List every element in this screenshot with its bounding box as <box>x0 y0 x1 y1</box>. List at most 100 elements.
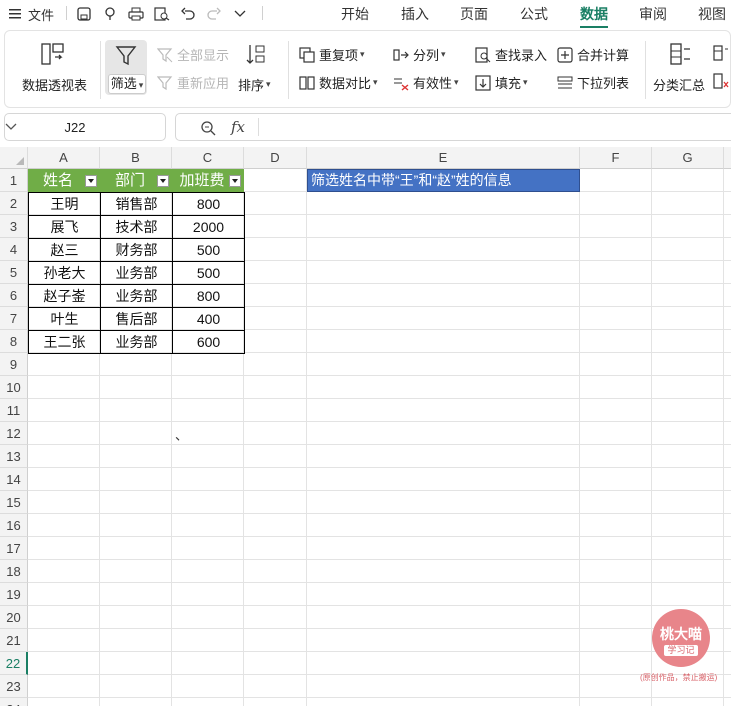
row-header-11[interactable]: 11 <box>0 399 28 422</box>
name-cell[interactable]: 展飞 <box>28 215 101 239</box>
header-cell-name[interactable]: 姓名 <box>28 169 100 192</box>
row-header-23[interactable]: 23 <box>0 675 28 698</box>
overtime-cell[interactable]: 600 <box>172 330 245 354</box>
header-cell-department[interactable]: 部门 <box>100 169 172 192</box>
clear-outline-icon[interactable] <box>713 73 729 92</box>
spreadsheet-grid[interactable]: ABCDEFG 1 2 3 4 5 6 7 8 9 10 11 12 13 14 15 16 17 18 19 20 2… <box>0 147 731 706</box>
format-painter-icon[interactable] <box>102 4 118 24</box>
find-entry-button[interactable]: 查找录入 <box>475 45 547 64</box>
row-header-3[interactable]: 3 <box>0 215 28 238</box>
header-cell-overtime[interactable]: 加班费 <box>172 169 244 192</box>
fill-button[interactable]: 填充 ▾ <box>475 73 528 92</box>
name-cell[interactable]: 叶生 <box>28 307 101 331</box>
department-cell[interactable]: 销售部 <box>100 192 173 216</box>
row-header-2[interactable]: 2 <box>0 192 28 215</box>
split-column-button[interactable]: 分列 ▾ <box>393 45 446 64</box>
save-icon[interactable] <box>76 4 92 24</box>
filter-dropdown-icon[interactable] <box>157 175 169 187</box>
column-header-f[interactable]: F <box>580 147 652 169</box>
column-header-c[interactable]: C <box>172 147 244 169</box>
row-header-19[interactable]: 19 <box>0 583 28 606</box>
row-header-18[interactable]: 18 <box>0 560 28 583</box>
row-header-7[interactable]: 7 <box>0 307 28 330</box>
department-cell[interactable]: 业务部 <box>100 261 173 285</box>
department-cell[interactable]: 业务部 <box>100 284 173 308</box>
name-cell[interactable]: 王二张 <box>28 330 101 354</box>
row-header-10[interactable]: 10 <box>0 376 28 399</box>
redo-icon[interactable] <box>206 4 222 24</box>
row-header-8[interactable]: 8 <box>0 330 28 353</box>
print-icon[interactable] <box>128 4 144 24</box>
row-header-15[interactable]: 15 <box>0 491 28 514</box>
consolidate-button[interactable]: 合并计算 <box>557 45 629 64</box>
compare-button[interactable]: 数据对比 ▾ <box>299 73 378 92</box>
overtime-cell[interactable]: 500 <box>172 238 245 262</box>
department-cell[interactable]: 售后部 <box>100 307 173 331</box>
row-header-12[interactable]: 12 <box>0 422 28 445</box>
department-cell[interactable]: 业务部 <box>100 330 173 354</box>
tab-home[interactable]: 开始 <box>341 4 369 24</box>
watermark-subtitle: 学习记 <box>664 645 698 656</box>
department-cell[interactable]: 财务部 <box>100 238 173 262</box>
name-cell[interactable]: 王明 <box>28 192 101 216</box>
fx-icon[interactable]: fx <box>231 118 245 136</box>
formula-input[interactable]: fx <box>175 113 731 141</box>
column-header-a[interactable]: A <box>28 147 100 169</box>
hamburger-menu-icon[interactable] <box>8 4 22 24</box>
row-header-13[interactable]: 13 <box>0 445 28 468</box>
row-header-14[interactable]: 14 <box>0 468 28 491</box>
chevron-down-icon[interactable] <box>232 4 248 24</box>
tab-data[interactable]: 数据 <box>580 4 608 28</box>
print-preview-icon[interactable] <box>154 4 170 24</box>
undo-icon[interactable] <box>180 4 196 24</box>
row-header-1[interactable]: 1 <box>0 169 28 192</box>
column-header-b[interactable]: B <box>100 147 172 169</box>
column-header-e[interactable]: E <box>307 147 580 169</box>
pivot-table-button[interactable]: 数据透视表 <box>22 75 87 94</box>
chevron-down-icon[interactable] <box>5 119 17 133</box>
column-header-partial[interactable] <box>724 147 731 169</box>
validity-button[interactable]: 有效性 ▾ <box>393 73 459 92</box>
duplicates-button[interactable]: 重复项 ▾ <box>299 45 365 64</box>
overtime-cell[interactable]: 400 <box>172 307 245 331</box>
row-header-6[interactable]: 6 <box>0 284 28 307</box>
row-header-16[interactable]: 16 <box>0 514 28 537</box>
row-header-9[interactable]: 9 <box>0 353 28 376</box>
tab-page[interactable]: 页面 <box>460 4 488 24</box>
name-cell[interactable]: 赵子崟 <box>28 284 101 308</box>
reapply-button[interactable]: 重新应用 <box>156 73 229 92</box>
file-menu[interactable]: 文件 <box>26 4 56 24</box>
overtime-cell[interactable]: 800 <box>172 192 245 216</box>
sort-button[interactable]: 排序 ▾ <box>238 75 271 94</box>
select-all-corner[interactable] <box>0 147 28 169</box>
row-header-17[interactable]: 17 <box>0 537 28 560</box>
row-header-22[interactable]: 22 <box>0 652 28 675</box>
subtotal-button[interactable]: 分类汇总 <box>653 75 705 94</box>
tab-formula[interactable]: 公式 <box>520 4 548 24</box>
column-header-g[interactable]: G <box>652 147 724 169</box>
name-cell[interactable]: 赵三 <box>28 238 101 262</box>
note-cell[interactable]: 筛选姓名中带“王”和“赵”姓的信息 <box>307 169 580 192</box>
tab-view[interactable]: 视图 <box>698 4 726 24</box>
tab-insert[interactable]: 插入 <box>401 4 429 24</box>
ungroup-icon[interactable] <box>713 45 729 64</box>
filter-button[interactable]: 筛选 ▾ <box>105 40 147 95</box>
row-header-24[interactable]: 24 <box>0 698 28 706</box>
row-header-21[interactable]: 21 <box>0 629 28 652</box>
department-cell[interactable]: 技术部 <box>100 215 173 239</box>
overtime-cell[interactable]: 500 <box>172 261 245 285</box>
overtime-cell[interactable]: 800 <box>172 284 245 308</box>
filter-dropdown-icon[interactable] <box>85 175 97 187</box>
name-box[interactable]: J22 <box>4 113 166 141</box>
overtime-cell[interactable]: 2000 <box>172 215 245 239</box>
zoom-formula-icon[interactable] <box>200 120 216 139</box>
filter-dropdown-icon[interactable] <box>229 175 241 187</box>
name-cell[interactable]: 孙老大 <box>28 261 101 285</box>
row-header-4[interactable]: 4 <box>0 238 28 261</box>
tab-review[interactable]: 审阅 <box>639 4 667 24</box>
column-header-d[interactable]: D <box>244 147 307 169</box>
row-header-5[interactable]: 5 <box>0 261 28 284</box>
dropdown-list-button[interactable]: 下拉列表 <box>557 73 629 92</box>
row-header-20[interactable]: 20 <box>0 606 28 629</box>
show-all-button[interactable]: 全部显示 <box>156 45 229 64</box>
